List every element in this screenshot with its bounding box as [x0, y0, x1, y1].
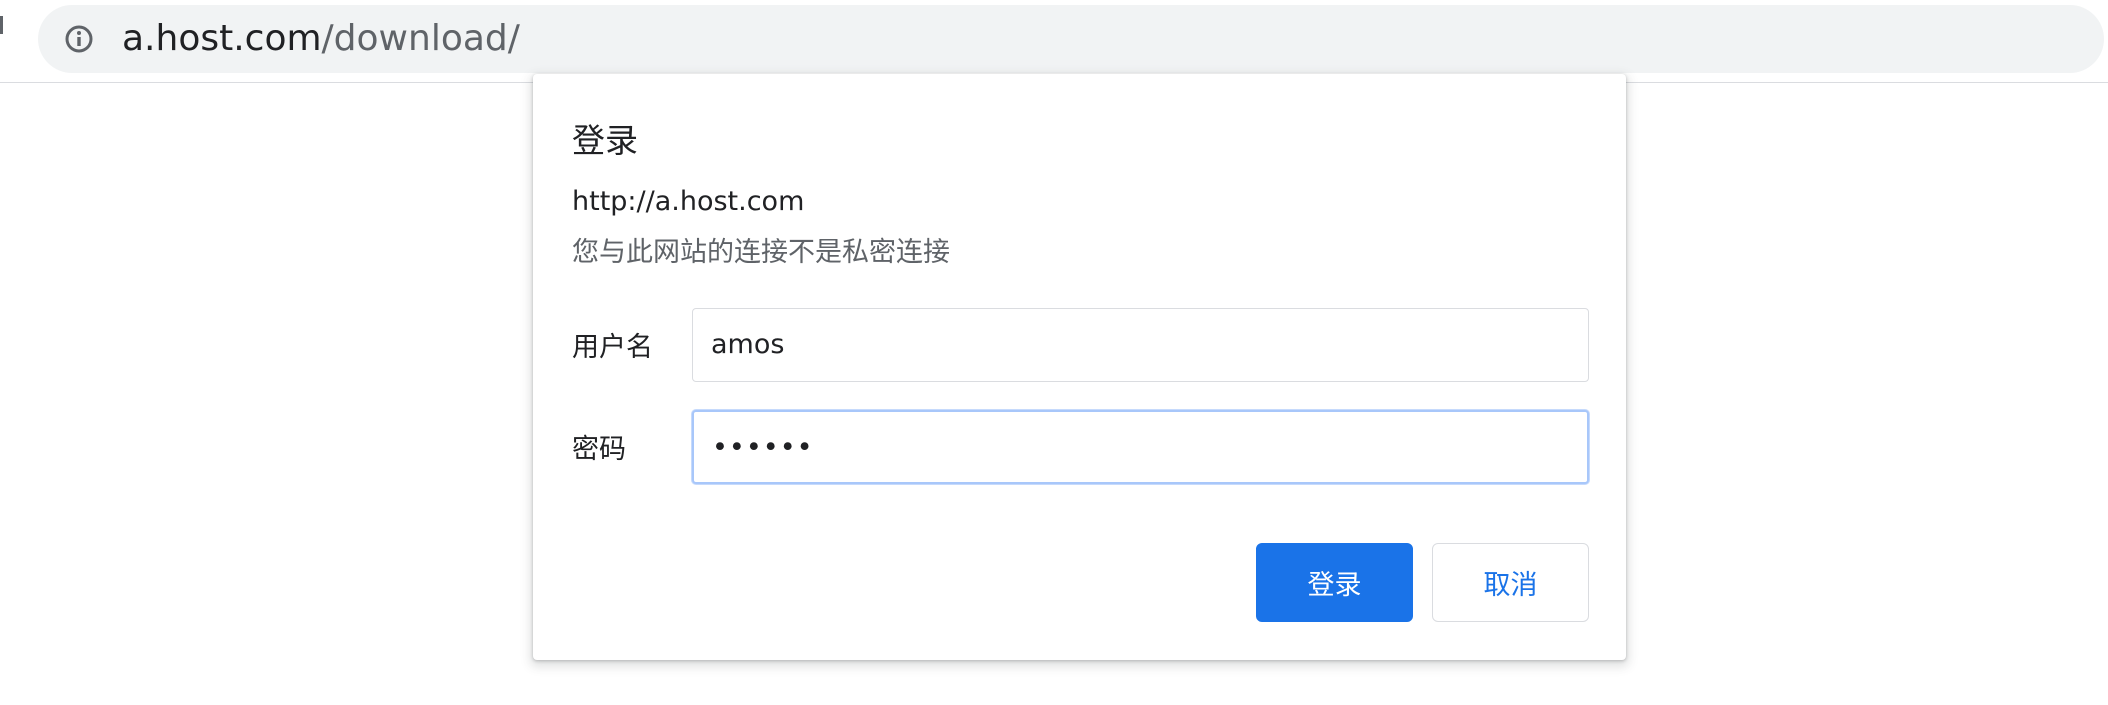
sign-in-button[interactable]: 登录: [1256, 543, 1413, 622]
browser-window: a.host.com/download/ 登录 http://a.host.co…: [0, 0, 2108, 705]
tab-edge: [0, 16, 3, 34]
dialog-title: 登录: [572, 121, 638, 160]
connection-warning: 您与此网站的连接不是私密连接: [572, 237, 950, 268]
url-host: a.host.com: [122, 18, 322, 59]
dialog-origin: http://a.host.com: [572, 186, 805, 217]
username-field[interactable]: amos: [692, 308, 1589, 382]
username-label: 用户名: [572, 332, 653, 363]
url-text[interactable]: a.host.com/download/: [122, 5, 520, 73]
password-field[interactable]: ••••••: [692, 410, 1589, 484]
address-bar[interactable]: a.host.com/download/: [38, 5, 2104, 73]
password-label: 密码: [572, 434, 626, 465]
cancel-button[interactable]: 取消: [1432, 543, 1589, 622]
sign-in-dialog: 登录 http://a.host.com 您与此网站的连接不是私密连接 用户名 …: [533, 74, 1626, 660]
url-path: /download/: [321, 18, 520, 59]
info-icon[interactable]: [64, 24, 94, 54]
